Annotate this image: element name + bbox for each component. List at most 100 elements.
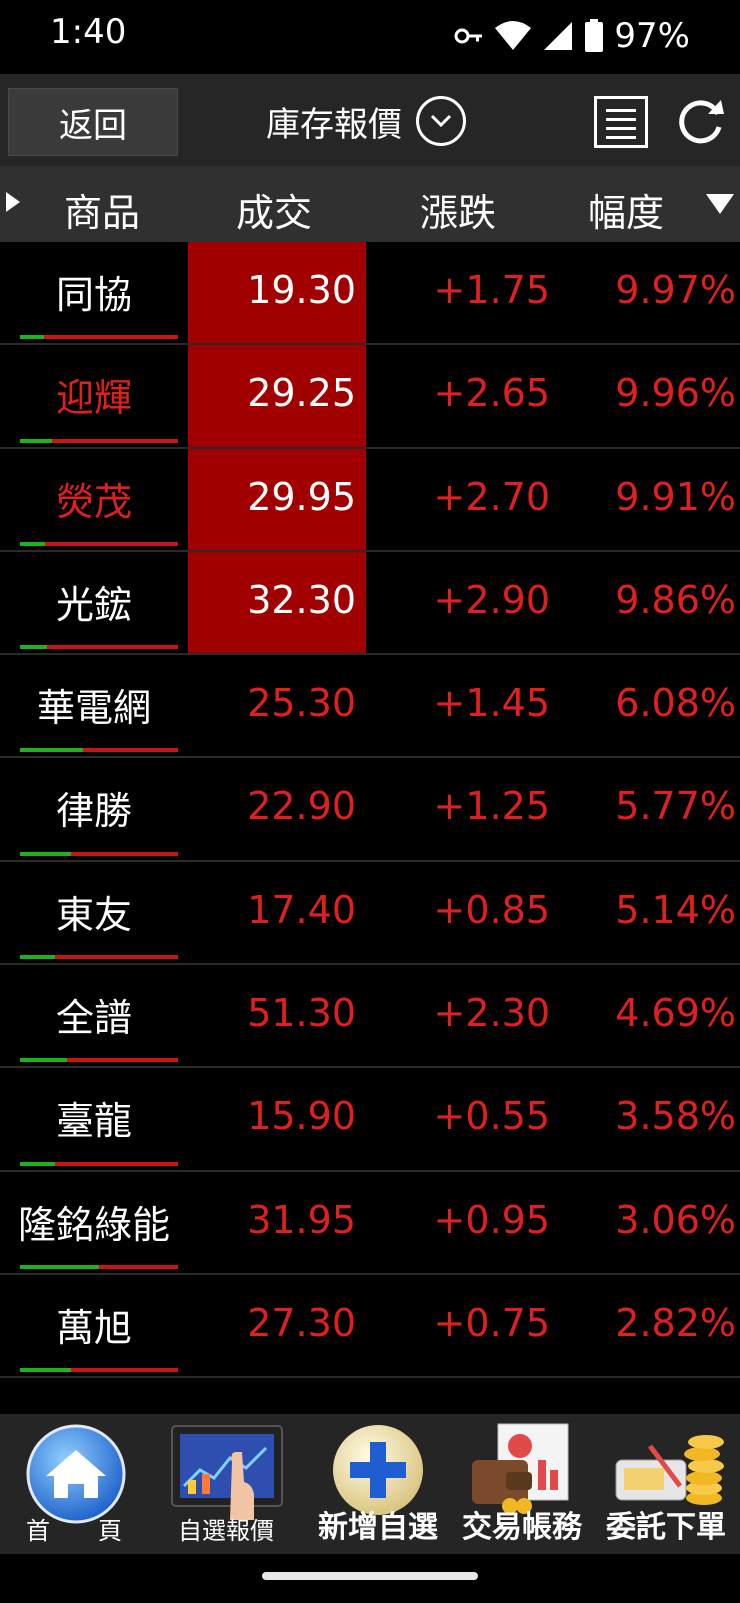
table-row[interactable]: 同協 19.30 +1.75 9.97%	[0, 242, 740, 346]
sell-ratio-bar	[51, 438, 178, 443]
nav-watchlist-label: 自選報價	[178, 1517, 274, 1545]
table-row[interactable]: 萬旭 27.30 +0.75 2.82%	[0, 1275, 740, 1379]
home-gesture-pill[interactable]	[262, 1572, 478, 1580]
stock-percent: 9.91%	[615, 474, 736, 519]
sell-ratio-bar	[45, 541, 178, 546]
stock-price: 27.30	[247, 1300, 356, 1345]
price-cell: 51.30	[188, 965, 366, 1066]
buy-ratio-bar	[20, 1058, 68, 1063]
stock-name: 熒茂	[55, 479, 132, 524]
nav-account[interactable]: 交易帳務	[448, 1414, 596, 1554]
scroll-left-arrow-icon[interactable]	[6, 192, 20, 212]
stock-change: +1.75	[433, 268, 550, 312]
table-row[interactable]: 迎輝 29.25 +2.65 9.96%	[0, 345, 740, 449]
table-row[interactable]: 華電網 25.30 +1.45 6.08%	[0, 655, 740, 759]
nav-account-label: 交易帳務	[462, 1510, 582, 1545]
header-percent[interactable]: 幅度	[588, 182, 664, 237]
buy-ratio-bar	[20, 645, 47, 650]
sort-down-arrow-icon[interactable]	[706, 194, 734, 214]
buy-ratio-bar	[20, 335, 44, 340]
nav-order-label: 委託下單	[606, 1510, 726, 1545]
table-row[interactable]: 全譜 51.30 +2.30 4.69%	[0, 965, 740, 1069]
status-time: 1:40	[50, 12, 127, 52]
header-change[interactable]: 漲跌	[420, 182, 496, 237]
battery-icon	[585, 19, 604, 52]
table-row[interactable]: 東友 17.40 +0.85 5.14%	[0, 862, 740, 966]
volume-ratio-bar	[20, 1161, 178, 1166]
stock-change: +2.65	[433, 371, 550, 416]
status-bar: 1:40 97%	[0, 0, 740, 74]
stock-percent: 4.69%	[615, 991, 736, 1036]
sell-ratio-bar	[46, 645, 178, 650]
header-product[interactable]: 商品	[64, 182, 140, 237]
stock-percent: 9.96%	[615, 371, 736, 416]
wifi-icon	[495, 21, 532, 50]
price-cell: 32.30	[188, 551, 366, 654]
table-row[interactable]: 光鋐 32.30 +2.90 9.86%	[0, 551, 740, 656]
price-cell: 31.95	[188, 1172, 366, 1273]
list-icon[interactable]	[594, 96, 648, 148]
price-cell: 29.25	[188, 345, 366, 447]
nav-add-watch[interactable]: 新增自選	[304, 1414, 452, 1554]
quote-list[interactable]: 同協 19.30 +1.75 9.97% 迎輝 29.25 +2.65 9.96…	[0, 242, 740, 1414]
stock-price: 25.30	[247, 681, 356, 726]
sell-ratio-bar	[99, 1264, 178, 1269]
stock-change: +1.45	[433, 681, 550, 726]
buy-ratio-bar	[20, 438, 52, 443]
nav-add-watch-label: 新增自選	[318, 1510, 438, 1545]
stock-change: +0.95	[433, 1197, 550, 1242]
stock-percent: 6.08%	[615, 681, 736, 726]
battery-percent: 97%	[614, 16, 690, 56]
buy-ratio-bar	[20, 748, 84, 753]
nav-home-label: 首 頁	[26, 1517, 122, 1545]
stock-price: 32.30	[247, 577, 356, 622]
back-button[interactable]: 返回	[8, 88, 178, 156]
stock-percent: 5.14%	[615, 887, 736, 932]
buy-ratio-bar	[20, 1368, 71, 1373]
stock-name: 華電網	[36, 686, 151, 731]
refresh-icon[interactable]	[674, 94, 728, 148]
key-icon	[454, 28, 483, 44]
stock-name: 臺龍	[55, 1099, 132, 1144]
title-bar: 返回 庫存報價	[0, 74, 740, 166]
buy-ratio-bar	[20, 1264, 99, 1269]
stock-price: 31.95	[247, 1197, 356, 1242]
signal-icon	[544, 22, 573, 50]
price-cell: 22.90	[188, 758, 366, 859]
stock-name: 光鋐	[55, 582, 132, 627]
stock-change: +0.55	[433, 1094, 550, 1139]
sell-ratio-bar	[54, 1161, 178, 1166]
sell-ratio-bar	[70, 851, 178, 856]
stock-price: 29.25	[247, 371, 356, 416]
stock-name: 萬旭	[55, 1305, 132, 1350]
gesture-bar	[0, 1554, 740, 1603]
price-cell: 15.90	[188, 1068, 366, 1169]
stock-change: +2.70	[433, 474, 550, 519]
table-row[interactable]: 熒茂 29.95 +2.70 9.91%	[0, 448, 740, 552]
header-price[interactable]: 成交	[236, 182, 312, 237]
volume-ratio-bar	[20, 851, 178, 856]
sell-ratio-bar	[43, 335, 178, 340]
volume-ratio-bar	[20, 1058, 178, 1063]
stock-percent: 9.86%	[615, 577, 736, 622]
title-selector[interactable]: 庫存報價	[266, 90, 466, 152]
buy-ratio-bar	[20, 851, 71, 856]
price-cell: 17.40	[188, 862, 366, 963]
stock-name: 隆銘綠能	[17, 1202, 170, 1247]
nav-home[interactable]: 首 頁	[0, 1414, 148, 1554]
sell-ratio-bar	[83, 748, 178, 753]
nav-watchlist[interactable]: 自選報價	[152, 1414, 300, 1554]
table-row[interactable]: 隆銘綠能 31.95 +0.95 3.06%	[0, 1172, 740, 1275]
volume-ratio-bar	[20, 748, 178, 753]
volume-ratio-bar	[20, 541, 178, 546]
table-row[interactable]: 律勝 22.90 +1.25 5.77%	[0, 758, 740, 862]
chevron-down-circle-icon[interactable]	[416, 96, 466, 146]
price-cell: 19.30	[188, 242, 366, 344]
stock-price: 17.40	[247, 887, 356, 932]
volume-ratio-bar	[20, 645, 178, 650]
stock-percent: 5.77%	[615, 784, 736, 829]
page-title: 庫存報價	[266, 104, 402, 145]
table-row[interactable]: 臺龍 15.90 +0.55 3.58%	[0, 1068, 740, 1172]
volume-ratio-bar	[20, 1264, 178, 1269]
nav-order[interactable]: 委託下單	[592, 1414, 740, 1554]
